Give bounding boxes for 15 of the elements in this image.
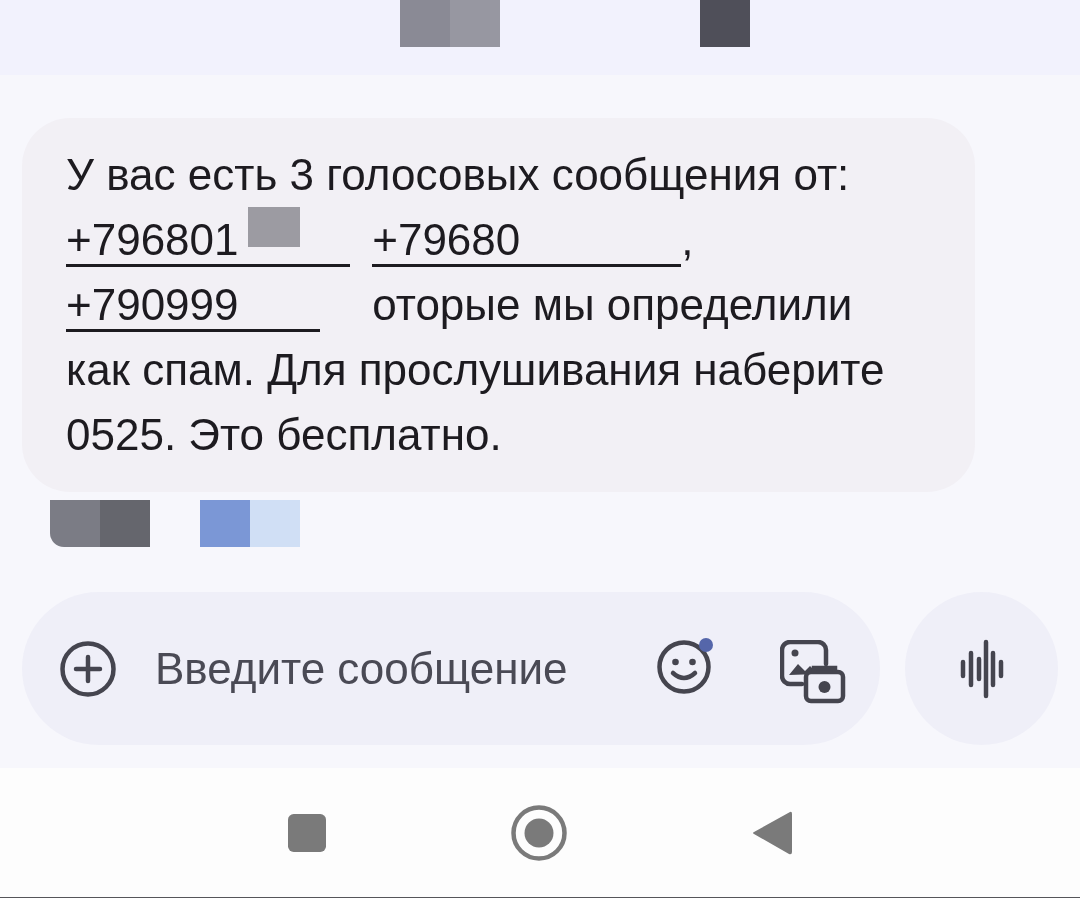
gallery-button[interactable]: [780, 639, 846, 704]
image-camera-icon: [780, 639, 846, 704]
ring-dot-icon[interactable]: [511, 804, 567, 861]
redaction-block: [700, 0, 750, 47]
add-button[interactable]: [60, 640, 116, 697]
phone-link[interactable]: +790999: [66, 281, 320, 332]
plus-circle-icon: [60, 640, 116, 697]
message-text: У вас есть 3 голосовых сообщения от: +796801 +79680 , +790999 оторые мы определили как спам. Для прослушивания наберите 0525. Это бесплатно.: [66, 149, 886, 461]
redaction-block: [248, 207, 300, 247]
phone-link[interactable]: +79680: [372, 216, 682, 267]
message-input[interactable]: Введите сообщение: [155, 637, 656, 700]
square-icon[interactable]: [288, 812, 326, 853]
left-triangle-icon[interactable]: [752, 809, 792, 856]
waveform-icon: [959, 638, 1004, 699]
smiley-icon: [657, 639, 711, 694]
